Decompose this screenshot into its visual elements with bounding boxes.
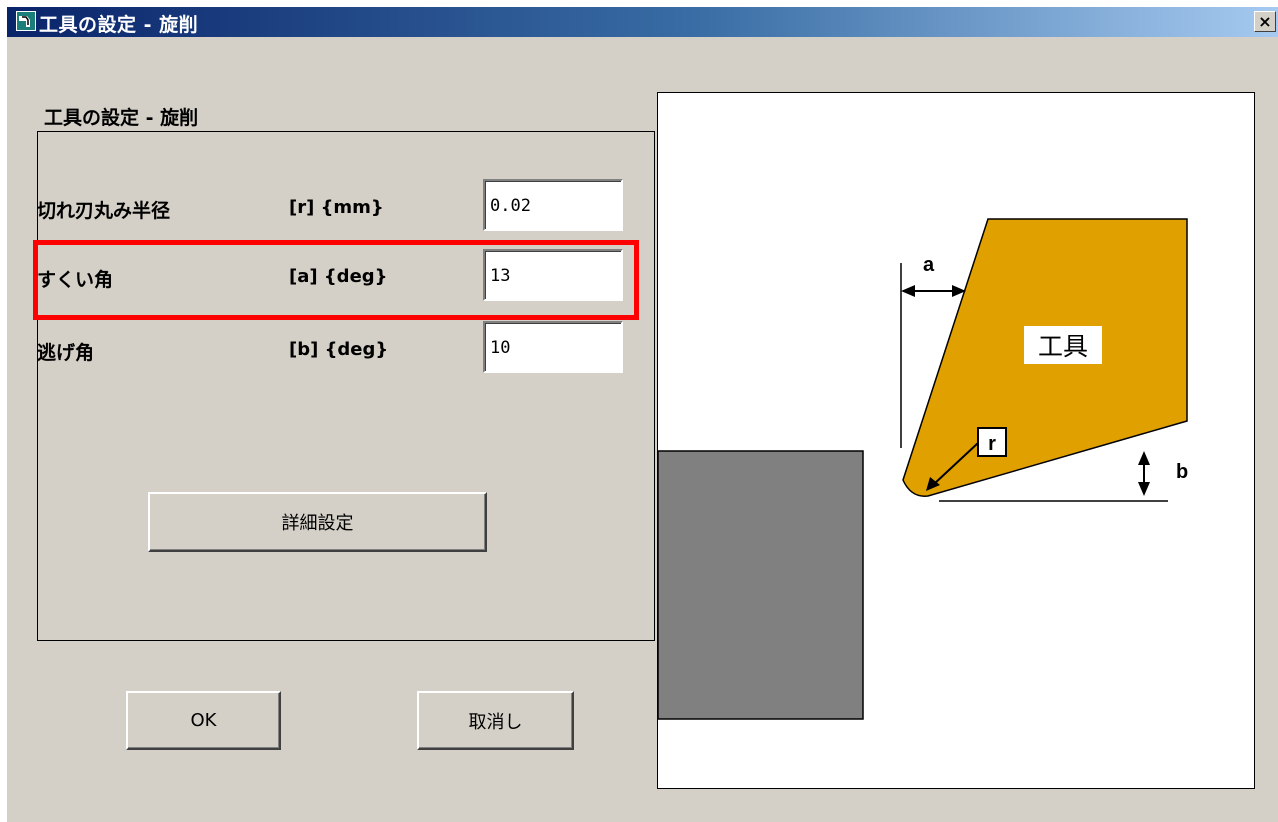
detail-settings-label: 詳細設定	[281, 513, 354, 534]
tool-diagram: a 工具 r b	[658, 218, 1188, 720]
arrowhead-icon	[1138, 451, 1150, 465]
close-icon: ×	[1258, 12, 1272, 31]
edge-radius-field[interactable]	[483, 179, 623, 231]
app-icon	[16, 11, 36, 31]
clearance-angle-field[interactable]	[483, 321, 623, 373]
workpiece-block	[658, 450, 864, 720]
clearance-angle-unit: [b] {deg}	[289, 339, 389, 360]
label-b: b	[1176, 461, 1188, 483]
edge-radius-label: 切れ刃丸み半径	[37, 200, 171, 222]
rake-angle-highlight	[33, 240, 639, 320]
label-r: r	[988, 433, 996, 455]
ok-label: OK	[190, 710, 217, 731]
label-a: a	[923, 254, 935, 276]
close-button[interactable]: ×	[1254, 11, 1276, 32]
arrowhead-icon	[1138, 482, 1150, 496]
clearance-angle-input[interactable]	[490, 337, 610, 359]
title-bar: 工具の設定 - 旋削 ×	[7, 7, 1278, 37]
cancel-button[interactable]: 取消し	[417, 691, 574, 750]
edge-radius-unit: [r] {mm}	[289, 197, 384, 218]
detail-settings-button[interactable]: 詳細設定	[148, 492, 487, 552]
group-title: 工具の設定 - 旋削	[44, 107, 199, 129]
arrowhead-icon	[901, 285, 915, 297]
tool-diagram-panel: a 工具 r b	[657, 92, 1255, 789]
dialog-window: 工具の設定 - 旋削 × 工具の設定 - 旋削 切れ刃丸み半径 [r] {mm}…	[7, 7, 1278, 822]
cancel-label: 取消し	[468, 711, 523, 733]
clearance-angle-label: 逃げ角	[37, 342, 95, 364]
ok-button[interactable]: OK	[126, 691, 281, 750]
edge-radius-input[interactable]	[490, 195, 610, 217]
tool-label: 工具	[1038, 332, 1088, 361]
window-title: 工具の設定 - 旋削	[39, 14, 199, 36]
